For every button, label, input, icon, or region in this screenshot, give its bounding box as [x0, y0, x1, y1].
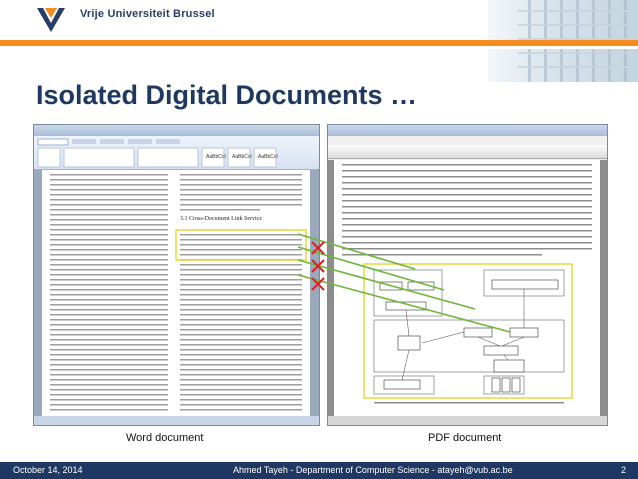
word-document-caption: Word document — [126, 432, 204, 444]
footer-date: October 14, 2014 — [13, 465, 83, 475]
connector-lines — [297, 233, 511, 333]
footer-author: Ahmed Tayeh - Department of Computer Sci… — [233, 465, 513, 475]
footer: October 14, 2014 Ahmed Tayeh - Departmen… — [0, 462, 638, 479]
pdf-document-caption: PDF document — [428, 432, 502, 444]
slide-number: 2 — [620, 465, 626, 475]
link-overlay — [297, 233, 511, 333]
